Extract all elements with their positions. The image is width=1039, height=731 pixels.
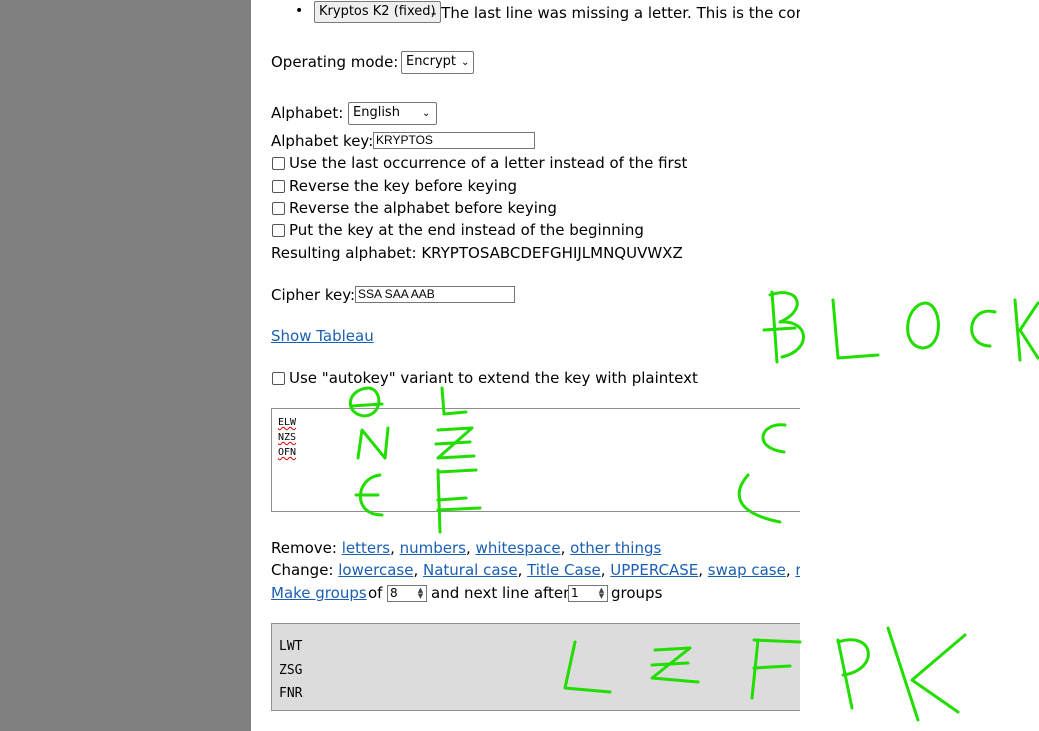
handwritten-annotation <box>348 290 1039 722</box>
handwritten-strokes <box>348 290 1039 722</box>
